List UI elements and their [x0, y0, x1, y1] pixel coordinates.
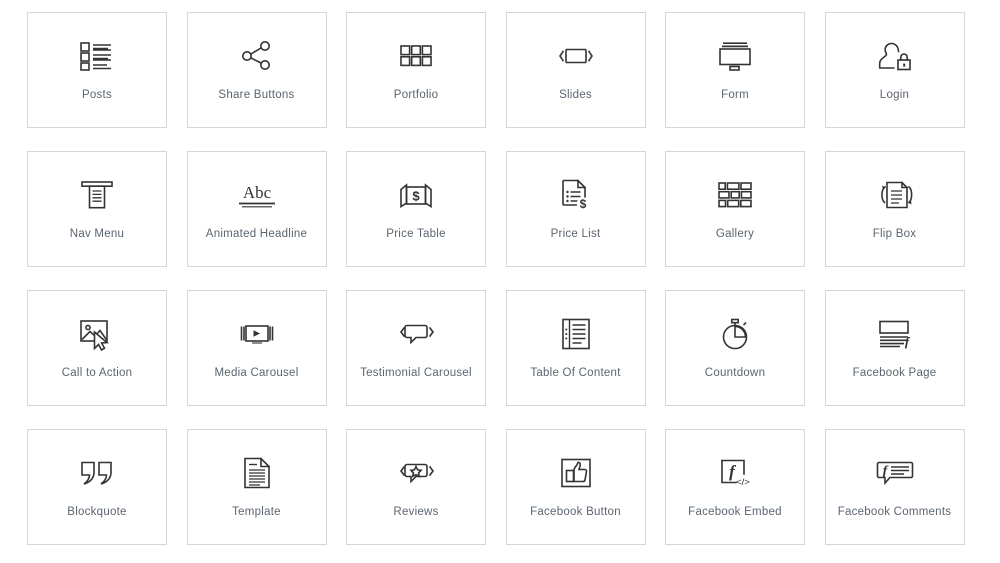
thumbs-up-square-icon — [554, 451, 598, 495]
widget-card-label: Price Table — [386, 228, 446, 240]
widget-card-label: Countdown — [704, 367, 766, 379]
widget-card-label: Flip Box — [872, 228, 917, 240]
svg-text:f: f — [904, 334, 910, 349]
posts-list-icon — [75, 34, 119, 78]
widget-card-label: Nav Menu — [69, 228, 125, 240]
grid-six-squares-icon — [394, 34, 438, 78]
price-list-document-icon: $ — [554, 173, 598, 217]
widget-card-flip-box[interactable]: Flip Box — [824, 151, 965, 267]
widget-card-label: Gallery — [715, 228, 755, 240]
flip-box-document-icon — [873, 173, 917, 217]
widget-card-label: Login — [879, 89, 910, 101]
template-document-icon — [235, 451, 279, 495]
widget-card-label: Facebook Page — [852, 367, 937, 379]
widget-card-label: Table Of Content — [530, 367, 621, 379]
widget-card-nav-menu[interactable]: Nav Menu — [27, 151, 167, 267]
facebook-embed-code-icon: f </> — [713, 451, 757, 495]
widget-card-label: Animated Headline — [205, 228, 308, 240]
stopwatch-icon — [713, 312, 757, 356]
facebook-page-icon: f — [873, 312, 917, 356]
widget-card-label: Media Carousel — [214, 367, 299, 379]
widget-card-animated-headline[interactable]: Abc Animated Headline — [186, 151, 327, 267]
widget-card-table-of-content[interactable]: Table Of Content — [505, 290, 646, 406]
widget-card-label: Share Buttons — [218, 89, 295, 101]
share-nodes-icon — [235, 34, 279, 78]
image-cursor-icon — [75, 312, 119, 356]
svg-text:Abc: Abc — [242, 183, 271, 202]
media-play-carousel-icon — [235, 312, 279, 356]
widget-card-facebook-embed[interactable]: f </> Facebook Embed — [665, 429, 805, 545]
widget-grid: Posts Share Buttons Portfolio Slides For… — [0, 0, 1000, 563]
widget-card-facebook-comments[interactable]: f Facebook Comments — [824, 429, 965, 545]
star-bubble-icon — [394, 451, 438, 495]
nav-menu-dropdown-icon — [75, 173, 119, 217]
widget-card-label: Form — [721, 89, 749, 101]
widget-card-share-buttons[interactable]: Share Buttons — [186, 12, 327, 128]
form-monitor-icon — [713, 34, 757, 78]
widget-card-label: Portfolio — [393, 89, 439, 101]
price-table-dollar-icon: $ — [394, 173, 438, 217]
widget-card-reviews[interactable]: Reviews — [346, 429, 486, 545]
quote-marks-icon — [75, 451, 119, 495]
widget-card-slides[interactable]: Slides — [505, 12, 646, 128]
widget-card-facebook-button[interactable]: Facebook Button — [505, 429, 646, 545]
widget-card-template[interactable]: Template — [186, 429, 327, 545]
svg-text:</>: </> — [736, 477, 750, 488]
widget-card-label: Facebook Comments — [837, 506, 952, 518]
widget-card-label: Testimonial Carousel — [360, 367, 472, 379]
widget-card-facebook-page[interactable]: f Facebook Page — [824, 290, 965, 406]
speech-bubble-carousel-icon — [394, 312, 438, 356]
widget-card-label: Call to Action — [61, 367, 133, 379]
widget-card-login[interactable]: Login — [824, 12, 965, 128]
widget-card-label: Blockquote — [67, 506, 127, 518]
slides-carousel-icon — [554, 34, 598, 78]
document-list-icon — [554, 312, 598, 356]
widget-card-label: Template — [232, 506, 281, 518]
widget-card-countdown[interactable]: Countdown — [665, 290, 805, 406]
widget-card-label: Price List — [550, 228, 601, 240]
widget-card-price-list[interactable]: $ Price List — [505, 151, 646, 267]
widget-card-media-carousel[interactable]: Media Carousel — [186, 290, 327, 406]
widget-card-blockquote[interactable]: Blockquote — [27, 429, 167, 545]
gallery-tiles-icon — [713, 173, 757, 217]
widget-card-label: Facebook Button — [530, 506, 621, 518]
widget-card-label: Slides — [559, 89, 592, 101]
widget-card-portfolio[interactable]: Portfolio — [346, 12, 486, 128]
widget-card-label: Facebook Embed — [688, 506, 782, 518]
widget-card-price-table[interactable]: $ Price Table — [346, 151, 486, 267]
widget-card-testimonial-carousel[interactable]: Testimonial Carousel — [346, 290, 486, 406]
widget-card-posts[interactable]: Posts — [27, 12, 167, 128]
widget-card-call-to-action[interactable]: Call to Action — [27, 290, 167, 406]
widget-card-gallery[interactable]: Gallery — [665, 151, 805, 267]
user-lock-icon — [873, 34, 917, 78]
widget-card-label: Posts — [81, 89, 112, 101]
facebook-comments-icon: f — [873, 451, 917, 495]
svg-text:$: $ — [412, 189, 420, 204]
widget-card-form[interactable]: Form — [665, 12, 805, 128]
svg-text:$: $ — [579, 197, 586, 211]
svg-text:f: f — [882, 464, 888, 479]
widget-card-label: Reviews — [393, 506, 439, 518]
abc-underline-icon: Abc — [235, 173, 279, 217]
